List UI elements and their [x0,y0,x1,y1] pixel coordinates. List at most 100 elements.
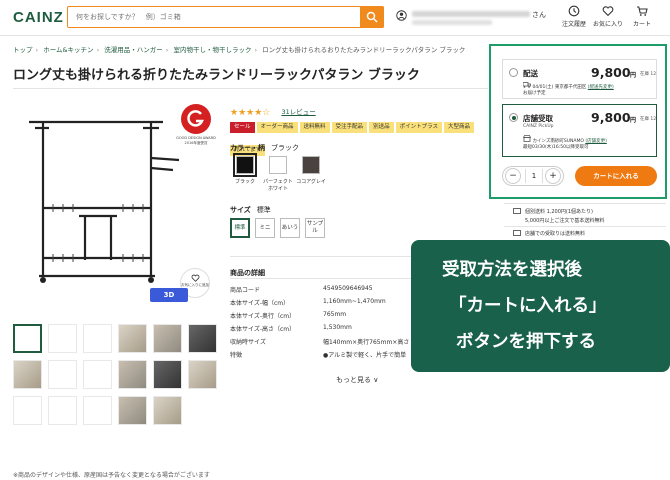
size-label: サイズ 標準 [230,205,271,215]
spec-row: 本体サイズ-幅（cm） 1,160mm~1,470mm [230,298,386,307]
color-label: カラー・柄 ブラック [230,143,299,153]
color-swatch-black[interactable] [233,153,257,177]
good-design-logo [181,104,211,134]
blurred-account-name [412,11,530,17]
show-more-button[interactable]: もっと見る ∨ [336,375,378,385]
view-3d-button[interactable]: 3D [150,288,188,302]
thumbnail[interactable] [153,396,182,425]
color-name-gray: ココアグレイ [296,179,326,185]
add-to-cart-button[interactable]: カートに入れる [575,166,657,186]
delivery-option[interactable]: 配送 9,800 円 在庫 12 04/01(土) 東京都千代田区 (配送先変更… [502,59,657,99]
thumbnail[interactable] [153,324,182,353]
quantity-value[interactable]: 1 [525,169,543,183]
thumbnail[interactable] [13,324,42,353]
thumbnail[interactable] [48,360,77,389]
thumbnail[interactable] [83,396,112,425]
decrement-button[interactable]: − [505,168,521,184]
site-header: CAINZ さん 注文履歴 お気に入り [0,0,670,36]
thumbnail[interactable] [188,360,217,389]
account-menu[interactable]: さん [396,8,546,28]
search-button[interactable] [360,6,384,28]
size-option-aiu[interactable]: あいう [280,218,300,238]
pickup-stock: 在庫 12 [640,117,657,122]
pickup-store: カインズ南砂町SUNAMO (店舗変更) [522,135,607,144]
store-pickup-option[interactable]: 店舗受取 CAINZ PickUp 9,800 円 在庫 12 カインズ南砂町S… [502,104,657,157]
color-name-black: ブラック [234,179,255,185]
purchase-box: 配送 9,800 円 在庫 12 04/01(土) 東京都千代田区 (配送先変更… [489,44,667,199]
thumbnail[interactable] [13,360,42,389]
color-heading: カラー・柄 [230,144,265,152]
size-heading: サイズ [230,206,251,214]
spec-key: 本体サイズ-幅（cm） [230,300,290,307]
size-value: 標準 [256,206,271,214]
spec-value: 4549509646945 [323,285,373,292]
order-history-button[interactable]: 注文履歴 [556,5,592,28]
spec-row: 特徴 ●アルミ製で軽く、片手で簡単 [230,350,406,359]
g-mark-icon [187,110,204,127]
breadcrumb-item-home-kitchen[interactable]: ホーム&キッチン [43,46,93,54]
thumbnail[interactable] [83,360,112,389]
delivery-price: 9,800 [591,65,631,80]
tag-separate-delivery: 別送品 [369,122,394,133]
thumbnail[interactable] [118,396,147,425]
color-swatch-gray[interactable] [302,156,320,174]
breadcrumb-item-indoor-drying[interactable]: 室内物干し・物干しラック [173,46,251,54]
search-box[interactable] [67,6,384,28]
spec-value: 1,160mm~1,470mm [323,298,386,305]
add-to-favorites-label: お気に入りに追加 [181,283,209,287]
favorites-button[interactable]: お気に入り [590,5,626,28]
delivery-radio[interactable] [509,68,518,77]
pickup-radio[interactable] [509,113,518,122]
history-icon [568,5,580,17]
size-option-mini[interactable]: ミニ [255,218,275,238]
thumbnail[interactable] [188,324,217,353]
change-address-link[interactable]: (配送先変更) [588,85,614,90]
view-3d-label: 3D [163,291,175,299]
callout-line-2: 「カートに入れる」 [449,296,607,316]
thumbnail[interactable] [153,360,182,389]
cainz-logo[interactable]: CAINZ [13,9,64,26]
breadcrumb-item-current: ロング丈も掛けられるおりたたみランドリーラックパタラン ブラック [262,46,466,54]
size-option-sample[interactable]: サンプル [305,218,325,238]
pickup-yen: 円 [630,117,637,124]
color-swatch-white[interactable] [269,156,287,174]
thumbnail[interactable] [118,360,147,389]
spec-key: 本体サイズ-奥行（cm） [230,313,296,320]
instruction-callout: 受取方法を選択後 「カートに入れる」 ボタンを押下する [411,240,670,372]
pickup-sub: CAINZ PickUp [523,124,554,129]
blurred-account-info [412,20,492,25]
delivery-stock: 在庫 12 [640,72,657,77]
truck-icon [522,82,531,88]
breadcrumb-item-laundry[interactable]: 洗濯用品・ハンガー [104,46,163,54]
increment-button[interactable]: + [545,168,561,184]
spec-key: 収納時サイズ [230,339,266,346]
breadcrumb-item-top[interactable]: トップ [13,46,33,54]
thumbnail[interactable] [118,324,147,353]
page-title: ロング丈も掛けられる折りたたみランドリーラックパタラン ブラック [13,68,420,83]
change-store-link[interactable]: (店舗変更) [585,139,607,144]
delivery-label: 配送 [523,69,538,78]
store-pickup-free-text: 店舗での受取りは送料無料 [525,231,586,237]
divider [504,226,666,227]
user-icon [396,10,407,21]
divider [13,88,488,89]
search-icon [366,11,378,23]
spec-value: 1,530mm [323,324,352,331]
search-input[interactable] [74,10,354,24]
quantity-stepper[interactable]: − 1 + [502,166,564,186]
thumbnail[interactable] [13,396,42,425]
footnote: ※商品のデザインや仕様、原産国は予告なく変更となる場合がございます [13,472,210,479]
thumbnail[interactable] [48,324,77,353]
color-name-white: パーフェクトホワイト [263,179,293,192]
size-option-standard[interactable]: 標準 [230,218,250,238]
cart-button[interactable]: カート [624,5,660,28]
shipping-fee: 個別送料 1,200円(1個あたり) [513,208,593,215]
delivery-date: 04/01(土) 東京都千代田区 (配送先変更) [522,82,614,90]
delivery-yen: 円 [630,72,637,79]
store-icon [513,230,521,236]
free-shipping-threshold: 5,000円以上ご注文で基本送料無料 [525,218,605,224]
thumbnail[interactable] [48,396,77,425]
breadcrumb: トップ › ホーム&キッチン › 洗濯用品・ハンガー › 室内物干し・物干しラック › … [13,46,466,54]
details-heading: 商品の詳細 [230,269,265,277]
thumbnail[interactable] [83,324,112,353]
